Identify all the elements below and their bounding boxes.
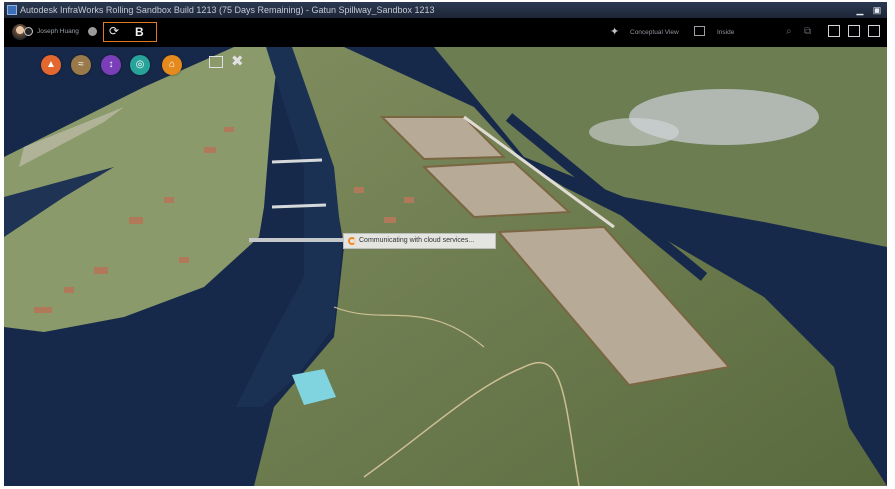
status-dot-icon: [88, 27, 97, 36]
terrain-tool-icon[interactable]: ≈: [71, 55, 91, 75]
conceptual-view-icon[interactable]: ✦: [610, 25, 619, 38]
panel-toggle-icon[interactable]: [828, 25, 840, 37]
create-tool-icon[interactable]: ▲: [41, 55, 61, 75]
inside-view-icon[interactable]: [694, 26, 705, 36]
app-icon: [7, 5, 17, 15]
inside-view-button[interactable]: Inside: [717, 29, 734, 36]
user-name[interactable]: Joseph Huang: [37, 28, 79, 35]
search-icon[interactable]: ⌕: [786, 26, 792, 37]
bridge-lock: [271, 203, 327, 209]
spinner-icon: [348, 237, 356, 245]
split-view-icon[interactable]: [848, 25, 860, 37]
cloud: [589, 118, 679, 146]
link-icon[interactable]: ⧉: [804, 26, 811, 37]
status-toast: Communicating with cloud services...: [343, 233, 496, 249]
aerial-scene[interactable]: [4, 47, 887, 486]
bridge-tool-icon[interactable]: ⌂: [162, 55, 182, 75]
design-tool-icon[interactable]: ◎: [130, 55, 150, 75]
bridge-lock: [271, 158, 323, 164]
sync-icon[interactable]: ⟳: [109, 24, 119, 38]
window-title: Autodesk InfraWorks Rolling Sandbox Buil…: [20, 5, 435, 15]
tools-icon[interactable]: ✖: [231, 52, 244, 70]
title-bar: Autodesk InfraWorks Rolling Sandbox Buil…: [4, 2, 887, 18]
model-b-button[interactable]: B: [135, 25, 144, 39]
analysis-tool-icon[interactable]: ↕: [101, 55, 121, 75]
app-window: Autodesk InfraWorks Rolling Sandbox Buil…: [4, 2, 887, 486]
status-message: Communicating with cloud services...: [359, 237, 475, 244]
grid-view-icon[interactable]: [868, 25, 880, 37]
snapshot-icon[interactable]: [209, 56, 223, 68]
user-status-icon: [24, 27, 33, 36]
minimize-button[interactable]: ▁: [853, 4, 867, 16]
restore-button[interactable]: ▣: [870, 4, 884, 16]
main-toolbar: Joseph Huang ⟳ B ✦ Conceptual View Insid…: [4, 18, 887, 47]
map-viewport[interactable]: ⌂ ▲ ≈ ↕ ◎ ⌂ ✖ Communicating with cloud s…: [4, 47, 887, 486]
conceptual-view-button[interactable]: Conceptual View: [630, 29, 679, 36]
